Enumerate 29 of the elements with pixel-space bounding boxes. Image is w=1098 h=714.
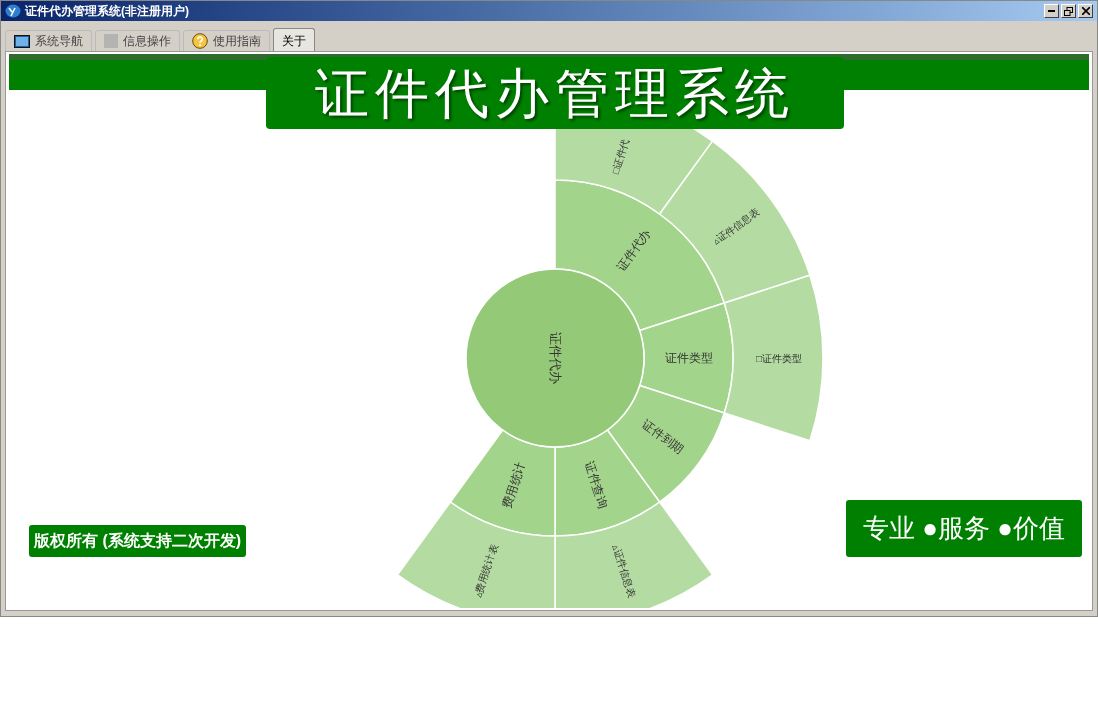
segment-label: ▵证件信息表 xyxy=(710,205,762,247)
tab[interactable]: 系统导航 xyxy=(5,30,92,51)
segment-label: 证件代办 xyxy=(613,226,654,274)
monitor-icon xyxy=(14,34,30,48)
grid-icon xyxy=(104,34,118,48)
segment-label: 费用统计 xyxy=(499,460,528,510)
copyright-label: 版权所有 (系统支持二次开发) xyxy=(29,525,247,557)
restore-icon xyxy=(1064,6,1073,16)
close-button[interactable] xyxy=(1078,4,1093,18)
window-title: 证件代办管理系统(非注册用户) xyxy=(25,3,189,20)
close-icon xyxy=(1081,7,1090,15)
tab[interactable]: 使用指南 xyxy=(183,30,270,51)
title-banner: 证件代办管理系统 xyxy=(266,57,844,129)
segment-label: ▵费用统计表 xyxy=(472,543,500,599)
segment-label: 证件代办 xyxy=(547,332,563,384)
minimize-icon xyxy=(1048,10,1055,12)
segment-label: 证件到期 xyxy=(639,416,687,457)
segment-label: ▵证件信息表 xyxy=(610,543,638,599)
tab[interactable]: 信息操作 xyxy=(95,30,180,51)
minimize-button[interactable] xyxy=(1044,4,1059,18)
help-icon xyxy=(192,33,208,49)
segment-label: □证件代 xyxy=(609,137,632,176)
segment-label: 证件查询 xyxy=(582,460,611,510)
segment-label: 证件类型 xyxy=(664,351,713,365)
slogan-label: 专业 ●服务 ●价值 xyxy=(846,500,1082,557)
segment-label: □证件类型 xyxy=(756,352,802,364)
app-logo-icon xyxy=(5,4,21,18)
tab[interactable]: 关于 xyxy=(273,28,315,52)
restore-button[interactable] xyxy=(1061,4,1076,18)
